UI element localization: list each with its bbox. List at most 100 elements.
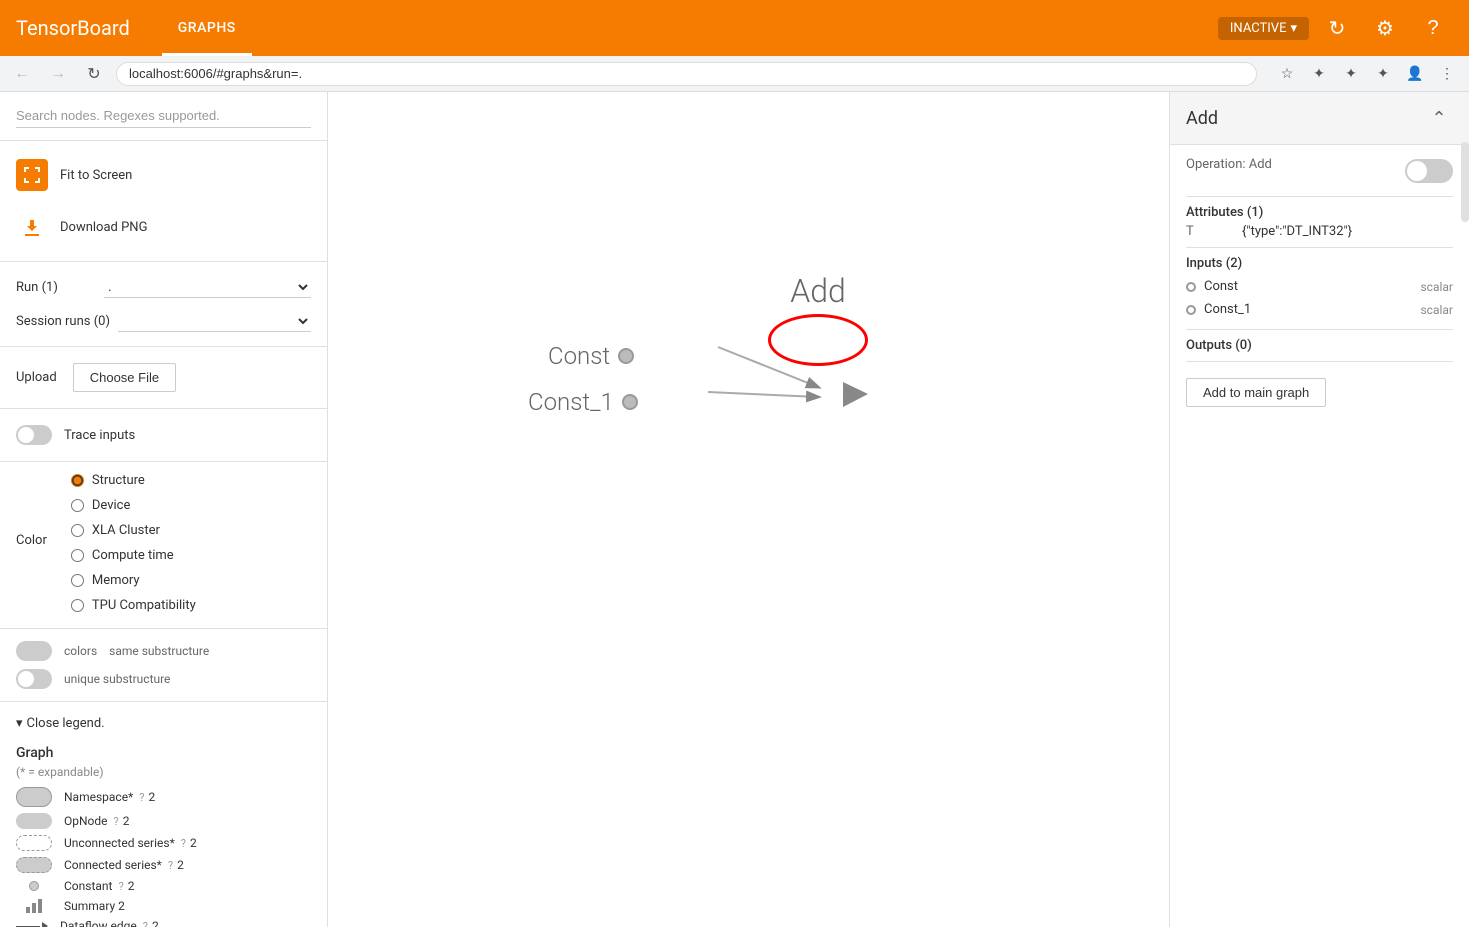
color-tpu[interactable]: TPU Compatibility [71, 595, 196, 616]
const-label: Const [548, 342, 610, 370]
chevron-down-icon: ▾ [1290, 21, 1297, 36]
color-device[interactable]: Device [71, 495, 196, 516]
graph-area[interactable]: Add Const Const_1 [328, 92, 1169, 927]
trace-inputs-label: Trace inputs [64, 428, 135, 443]
help-button[interactable]: ? [1413, 8, 1453, 48]
input-const-type: scalar [1420, 280, 1453, 294]
substructure-section: colors same substructure unique substruc… [0, 629, 327, 702]
outputs-title: Outputs (0) [1186, 338, 1453, 353]
attributes-title: Attributes (1) [1186, 205, 1453, 220]
upload-label: Upload [16, 370, 57, 385]
status-badge[interactable]: INACTIVE ▾ [1218, 17, 1309, 40]
run-section: Run (1) . Session runs (0) [0, 262, 327, 347]
const-node[interactable]: Const [548, 342, 634, 370]
namespace-number: 2 [148, 790, 155, 804]
panel-scrollbar[interactable] [1461, 142, 1469, 222]
constant-help-icon[interactable]: ? [118, 880, 123, 893]
namespace-shape [16, 787, 52, 807]
legend-summary: Summary 2 [16, 899, 311, 913]
profile-icon[interactable]: 👤 [1401, 60, 1429, 88]
color-section: Color Structure Device XLA Cluster [0, 462, 327, 629]
download-icon [16, 211, 48, 243]
run-select[interactable]: . [104, 276, 311, 298]
url-bar[interactable] [116, 62, 1257, 86]
add-node[interactable]: Add [768, 272, 868, 366]
extension-icon-3[interactable]: ✦ [1369, 60, 1397, 88]
const1-node[interactable]: Const_1 [528, 388, 638, 416]
session-runs-label: Session runs (0) [16, 314, 110, 329]
opnode-number: 2 [123, 814, 130, 828]
opnode-help-icon[interactable]: ? [114, 815, 119, 828]
extension-icon-2[interactable]: ✦ [1337, 60, 1365, 88]
legend-section: ▾ Close legend. Graph (* = expandable) N… [0, 702, 327, 927]
unconnected-help-icon[interactable]: ? [181, 837, 186, 850]
color-device-label: Device [92, 498, 131, 513]
browser-icons: ☆ ✦ ✦ ✦ 👤 ⋮ [1273, 60, 1461, 88]
color-compute-label: Compute time [92, 548, 174, 563]
download-png-button[interactable]: Download PNG [16, 201, 311, 253]
forward-button[interactable]: → [44, 60, 72, 88]
opnode-shape [16, 813, 52, 829]
dataflow-number: 2 [152, 919, 159, 927]
reload-button[interactable]: ↻ [80, 60, 108, 88]
color-structure[interactable]: Structure [71, 470, 196, 491]
color-compute[interactable]: Compute time [71, 545, 196, 566]
extension-icon-1[interactable]: ✦ [1305, 60, 1333, 88]
bookmark-icon[interactable]: ☆ [1273, 60, 1301, 88]
trace-inputs-toggle[interactable] [16, 425, 52, 445]
color-label: Color [16, 533, 47, 548]
dataflow-line [16, 926, 40, 927]
const1-circle[interactable] [622, 394, 638, 410]
search-section [0, 92, 327, 141]
dataflow-label: Dataflow edge [60, 919, 137, 927]
const1-label: Const_1 [528, 388, 614, 416]
same-substructure-indicator [16, 641, 52, 661]
constant-number: 2 [128, 879, 135, 893]
unique-substructure-toggle[interactable] [16, 669, 52, 689]
panel-body: Operation: Add Attributes (1) T {"type":… [1170, 145, 1469, 419]
topbar-right: INACTIVE ▾ ↻ ⚙ ? [1218, 8, 1453, 48]
namespace-help-icon[interactable]: ? [139, 791, 144, 804]
legend-connected: Connected series* ? 2 [16, 857, 311, 873]
operation-toggle[interactable] [1405, 159, 1453, 183]
topbar: TensorBoard GRAPHS INACTIVE ▾ ↻ ⚙ ? [0, 0, 1469, 56]
choose-file-button[interactable]: Choose File [73, 363, 176, 392]
refresh-button[interactable]: ↻ [1317, 8, 1357, 48]
input-const-circle [1186, 282, 1196, 292]
session-runs-select[interactable] [118, 310, 311, 332]
add-node-ellipse[interactable] [768, 314, 868, 366]
opnode-label: OpNode [64, 814, 108, 828]
dataflow-help-icon[interactable]: ? [143, 920, 148, 927]
dataflow-shape [16, 922, 48, 927]
color-device-radio[interactable] [71, 499, 84, 512]
constant-label: Constant [64, 879, 112, 893]
right-panel: Add ⌃ Operation: Add Attributes (1) T {"… [1169, 92, 1469, 927]
color-structure-radio[interactable] [71, 474, 84, 487]
color-memory-radio[interactable] [71, 574, 84, 587]
const-circle[interactable] [618, 348, 634, 364]
connected-help-icon[interactable]: ? [168, 859, 173, 872]
add-to-main-graph-button[interactable]: Add to main graph [1186, 378, 1326, 407]
legend-graph-label: Graph [16, 745, 311, 761]
legend-constant: Constant ? 2 [16, 879, 311, 893]
color-structure-label: Structure [92, 473, 145, 488]
color-tpu-radio[interactable] [71, 599, 84, 612]
unconnected-number: 2 [190, 836, 197, 850]
fit-to-screen-button[interactable]: Fit to Screen [16, 149, 311, 201]
color-memory[interactable]: Memory [71, 570, 196, 591]
connected-number: 2 [177, 858, 184, 872]
menu-icon[interactable]: ⋮ [1433, 60, 1461, 88]
color-compute-radio[interactable] [71, 549, 84, 562]
search-input[interactable] [16, 104, 311, 128]
input-const1-type: scalar [1420, 303, 1453, 317]
settings-button[interactable]: ⚙ [1365, 8, 1405, 48]
color-xla-radio[interactable] [71, 524, 84, 537]
nav-graphs[interactable]: GRAPHS [162, 0, 252, 56]
unique-substructure-label: unique substructure [64, 672, 170, 686]
back-button[interactable]: ← [8, 60, 36, 88]
panel-close-button[interactable]: ⌃ [1425, 104, 1453, 132]
close-legend-button[interactable]: ▾ Close legend. [16, 710, 311, 737]
session-runs-row: Session runs (0) [16, 304, 311, 338]
color-xla[interactable]: XLA Cluster [71, 520, 196, 541]
unconnected-shape [16, 835, 52, 851]
